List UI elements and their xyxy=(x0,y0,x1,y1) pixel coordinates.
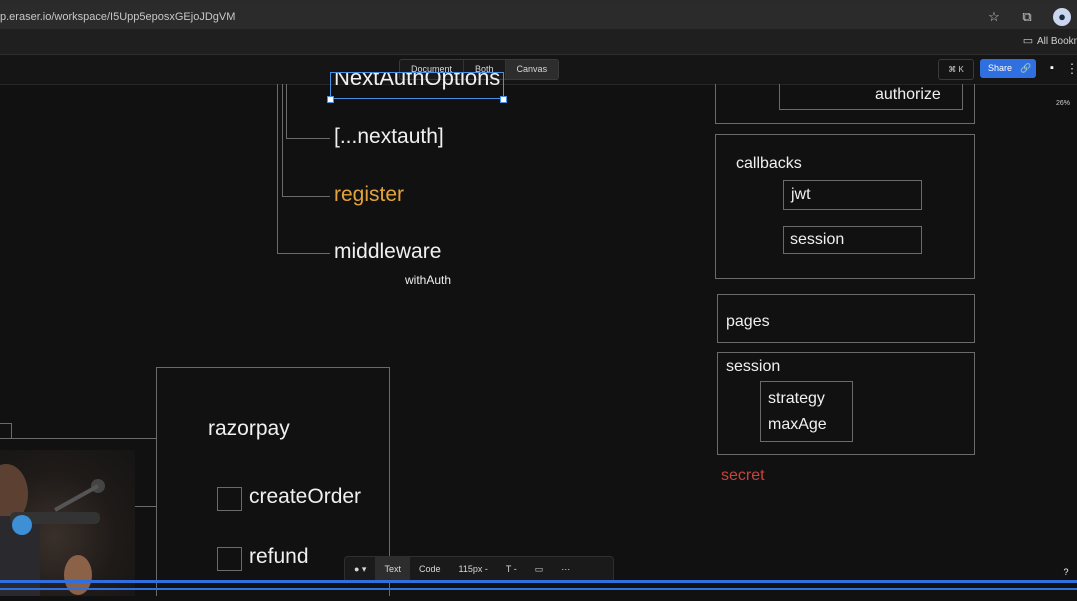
tree-connector xyxy=(286,84,287,139)
tree-connector xyxy=(282,84,283,197)
secret-label[interactable]: secret xyxy=(721,467,765,485)
pages-label: pages xyxy=(726,313,770,330)
text-format-toolbar: ● ▾ Text Code 115px - T - ▭ ⋯ xyxy=(344,556,614,583)
selected-text-box[interactable]: NextAuthOptions xyxy=(330,72,504,99)
jwt-label: jwt xyxy=(791,186,811,203)
nextauth-label[interactable]: [...nextauth] xyxy=(334,125,444,149)
font-size-select[interactable]: 115px - xyxy=(450,557,497,582)
text-style-select[interactable]: T - xyxy=(497,557,526,582)
tab-canvas[interactable]: Canvas xyxy=(504,60,559,79)
share-button[interactable]: Share 🔗 xyxy=(980,59,1036,78)
folder-icon[interactable]: ▭ xyxy=(1019,32,1037,50)
session-callback-label: session xyxy=(790,231,845,248)
razorpay-label: razorpay xyxy=(208,417,290,440)
callbacks-label: callbacks xyxy=(736,155,802,172)
authorize-label: authorize xyxy=(875,86,941,103)
url-text[interactable]: p.eraser.io/workspace/I5Upp5eposxGEjoJDg… xyxy=(0,5,235,29)
comment-icon[interactable]: ▭ xyxy=(526,557,553,582)
resize-handle[interactable] xyxy=(327,96,334,103)
tree-connector xyxy=(277,84,278,254)
presenter-figure xyxy=(0,464,105,596)
refund-label: refund xyxy=(249,545,309,568)
connector-line xyxy=(0,438,156,439)
register-label[interactable]: register xyxy=(334,183,404,207)
nextauthoptions-label: NextAuthOptions xyxy=(334,72,501,90)
resize-handle[interactable] xyxy=(500,96,507,103)
color-picker-icon[interactable]: ● ▾ xyxy=(345,557,375,582)
middleware-label[interactable]: middleware xyxy=(334,240,441,264)
session-label: session xyxy=(726,358,781,375)
extensions-icon[interactable]: ⧉ xyxy=(1018,8,1036,26)
webcam-overlay xyxy=(0,450,135,596)
help-button[interactable]: ? xyxy=(1059,565,1073,579)
all-bookmarks-label[interactable]: All Bookma xyxy=(1037,29,1077,54)
createorder-checkbox[interactable] xyxy=(217,487,242,511)
comment-icon[interactable]: ▪ xyxy=(1042,59,1062,78)
bookmark-star-icon[interactable]: ☆ xyxy=(985,8,1003,26)
share-label: Share xyxy=(988,63,1013,73)
tree-connector xyxy=(282,196,330,197)
withauth-label[interactable]: withAuth xyxy=(405,273,451,287)
zoom-level[interactable]: 26% xyxy=(1056,100,1070,107)
maxage-label: maxAge xyxy=(768,416,827,433)
tree-connector xyxy=(286,138,330,139)
command-shortcut-button[interactable]: ⌘ K xyxy=(938,59,974,80)
bookmarks-bar xyxy=(0,29,1077,55)
refund-checkbox[interactable] xyxy=(217,547,242,571)
offscreen-box[interactable] xyxy=(0,423,12,439)
video-progress-bar[interactable] xyxy=(0,580,1077,596)
profile-avatar-icon[interactable]: ● xyxy=(1053,8,1071,26)
text-tab[interactable]: Text xyxy=(375,557,410,582)
strategy-label: strategy xyxy=(768,390,825,407)
more-options-icon[interactable]: ⋯ xyxy=(552,557,579,582)
code-tab[interactable]: Code xyxy=(410,557,450,582)
tree-connector xyxy=(277,253,330,254)
menu-icon[interactable]: ⋮ xyxy=(1063,60,1077,78)
createorder-label: createOrder xyxy=(249,485,362,508)
link-icon: 🔗 xyxy=(1020,63,1032,73)
